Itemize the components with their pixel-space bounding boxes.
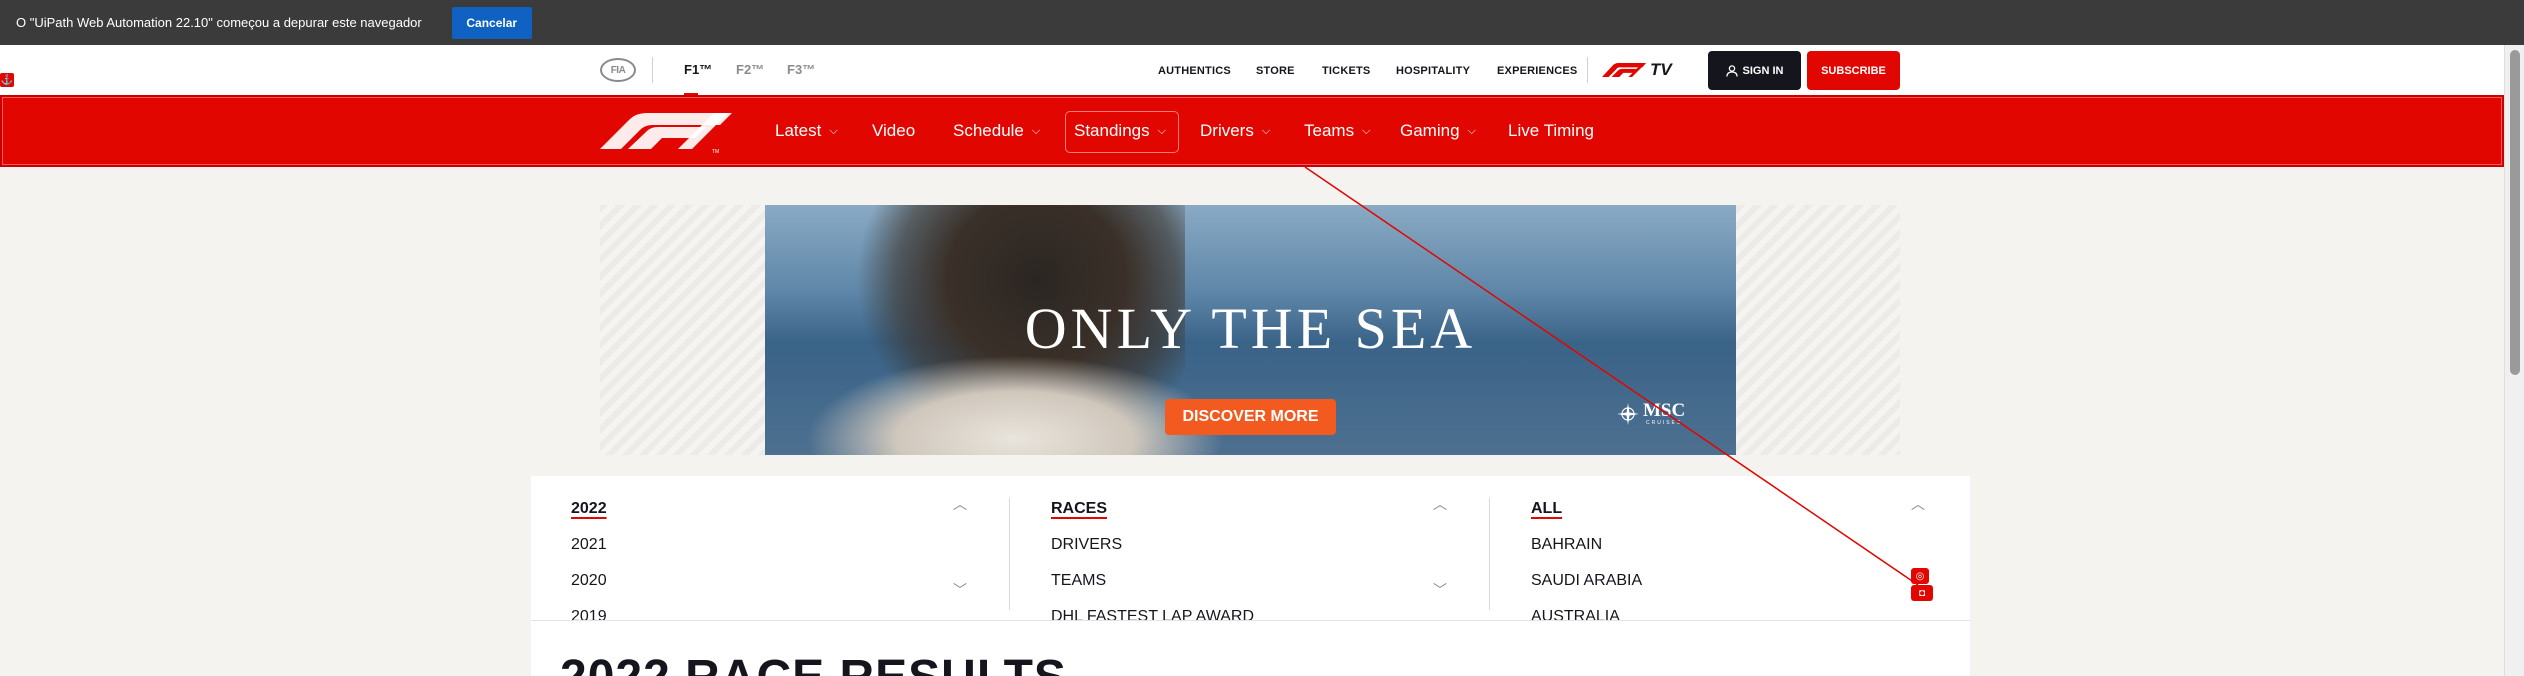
toplink-authentics[interactable]: AUTHENTICS bbox=[1158, 65, 1231, 77]
category-option-races[interactable]: RACES bbox=[1051, 500, 1107, 518]
chevron-down-icon: ⌵ bbox=[1261, 124, 1271, 137]
nav-live-timing[interactable]: Live Timing bbox=[1508, 121, 1594, 141]
top-utility-bar: FIA F1™ F2™ F3™ AUTHENTICS STORE TICKETS… bbox=[0, 45, 2504, 96]
scrollbar-thumb[interactable] bbox=[2510, 50, 2520, 375]
category-option-fastest-lap[interactable]: DHL FASTEST LAP AWARD bbox=[1051, 608, 1254, 620]
subscribe-button[interactable]: SUBSCRIBE bbox=[1807, 51, 1900, 90]
target-marker-icon: ◎ bbox=[1911, 568, 1929, 584]
column-divider bbox=[1489, 498, 1490, 610]
chevron-down-icon: ⌵ bbox=[1362, 124, 1371, 137]
sign-in-label: SIGN IN bbox=[1742, 64, 1784, 77]
year-option-2022[interactable]: 2022 bbox=[571, 500, 607, 518]
nav-drivers[interactable]: Drivers ⌵ bbox=[1200, 121, 1270, 141]
nav-latest[interactable]: Latest ⌵ bbox=[775, 121, 838, 141]
chevron-down-icon: ⌵ bbox=[1467, 124, 1476, 137]
race-option-saudi-arabia[interactable]: SAUDI ARABIA bbox=[1531, 572, 1642, 590]
series-f3-link[interactable]: F3™ bbox=[787, 62, 815, 77]
f1-logo[interactable]: TM bbox=[600, 113, 732, 153]
fia-logo[interactable]: FIA bbox=[600, 58, 636, 82]
msc-brand-sub: CRUISES bbox=[1646, 420, 1683, 426]
nav-label: Drivers bbox=[1200, 121, 1254, 140]
nav-label: Latest bbox=[775, 121, 822, 140]
divider bbox=[652, 57, 653, 83]
series-f2-link[interactable]: F2™ bbox=[736, 62, 764, 77]
ad-banner[interactable]: ONLY THE SEA DISCOVER MORE MSC CRUISES bbox=[765, 205, 1736, 455]
banner-jacket-image bbox=[805, 355, 1225, 455]
cancel-debug-button[interactable]: Cancelar bbox=[451, 6, 532, 39]
column-divider bbox=[1009, 498, 1010, 610]
debugger-message: O "UiPath Web Automation 22.10" começou … bbox=[16, 15, 422, 30]
compass-rose-icon bbox=[1617, 402, 1639, 425]
results-filter-panel: 2022 2021 2020 2019 ︿ ﹀ RACES DRIVERS TE… bbox=[531, 476, 1970, 676]
year-option-2021[interactable]: 2021 bbox=[571, 536, 607, 554]
f1-small-logo-icon bbox=[1602, 63, 1646, 77]
f1tv-link[interactable]: TV bbox=[1602, 59, 1672, 81]
scroll-up-icon[interactable]: ︿ bbox=[1911, 494, 1925, 514]
year-option-2019[interactable]: 2019 bbox=[571, 608, 607, 620]
uipath-marker-icon: ⚓ bbox=[0, 73, 14, 87]
nav-schedule[interactable]: Schedule ⌵ bbox=[953, 121, 1040, 141]
scroll-down-icon[interactable]: ﹀ bbox=[953, 580, 967, 600]
series-f1-link[interactable]: F1™ bbox=[684, 62, 712, 77]
msc-logo: MSC CRUISES bbox=[1617, 401, 1685, 426]
page-title: 2022 RACE RESULTS bbox=[560, 650, 1067, 676]
nav-video[interactable]: Video bbox=[872, 121, 915, 141]
toplink-experiences[interactable]: EXPERIENCES bbox=[1497, 65, 1577, 77]
scroll-up-icon[interactable]: ︿ bbox=[953, 494, 967, 514]
nav-standings[interactable]: Standings ⌵ bbox=[1074, 121, 1166, 141]
nav-teams[interactable]: Teams ⌵ bbox=[1304, 121, 1370, 141]
toplink-store[interactable]: STORE bbox=[1256, 65, 1295, 77]
nav-label: Live Timing bbox=[1508, 121, 1594, 140]
msc-brand-text: MSC bbox=[1643, 400, 1686, 421]
nav-gaming[interactable]: Gaming ⌵ bbox=[1400, 121, 1476, 141]
divider bbox=[1587, 57, 1588, 83]
nav-label: Teams bbox=[1304, 121, 1355, 140]
discover-more-button[interactable]: DISCOVER MORE bbox=[1165, 399, 1336, 435]
nav-label: Gaming bbox=[1400, 121, 1460, 140]
year-option-2020[interactable]: 2020 bbox=[571, 572, 607, 590]
race-option-australia[interactable]: AUSTRALIA bbox=[1531, 608, 1620, 620]
nav-label: Standings bbox=[1074, 121, 1150, 140]
debugger-notification-bar: O "UiPath Web Automation 22.10" começou … bbox=[0, 0, 2524, 45]
race-option-bahrain[interactable]: BAHRAIN bbox=[1531, 536, 1602, 554]
banner-headline: ONLY THE SEA bbox=[1024, 296, 1477, 361]
camera-icon: ◘ bbox=[1911, 585, 1933, 601]
chevron-down-icon: ⌵ bbox=[829, 124, 838, 137]
category-option-teams[interactable]: TEAMS bbox=[1051, 572, 1106, 590]
chevron-down-icon: ⌵ bbox=[1157, 124, 1166, 137]
svg-text:TM: TM bbox=[712, 149, 719, 153]
user-icon bbox=[1725, 64, 1738, 77]
page-scrollbar[interactable] bbox=[2504, 45, 2524, 676]
f1tv-label: TV bbox=[1650, 60, 1672, 79]
nav-label: Video bbox=[872, 121, 916, 140]
main-navigation: TM Latest ⌵ Video Schedule ⌵ Standings ⌵… bbox=[0, 95, 2504, 167]
toplink-tickets[interactable]: TICKETS bbox=[1322, 65, 1370, 77]
toplink-hospitality[interactable]: HOSPITALITY bbox=[1396, 65, 1470, 77]
panel-separator bbox=[531, 620, 1970, 621]
scroll-up-icon[interactable]: ︿ bbox=[1433, 494, 1447, 514]
scroll-down-icon[interactable]: ﹀ bbox=[1433, 580, 1447, 600]
chevron-down-icon: ⌵ bbox=[1031, 124, 1041, 137]
sign-in-button[interactable]: SIGN IN bbox=[1708, 51, 1801, 90]
category-option-drivers[interactable]: DRIVERS bbox=[1051, 536, 1122, 554]
race-option-all[interactable]: ALL bbox=[1531, 500, 1562, 518]
nav-label: Schedule bbox=[953, 121, 1024, 140]
